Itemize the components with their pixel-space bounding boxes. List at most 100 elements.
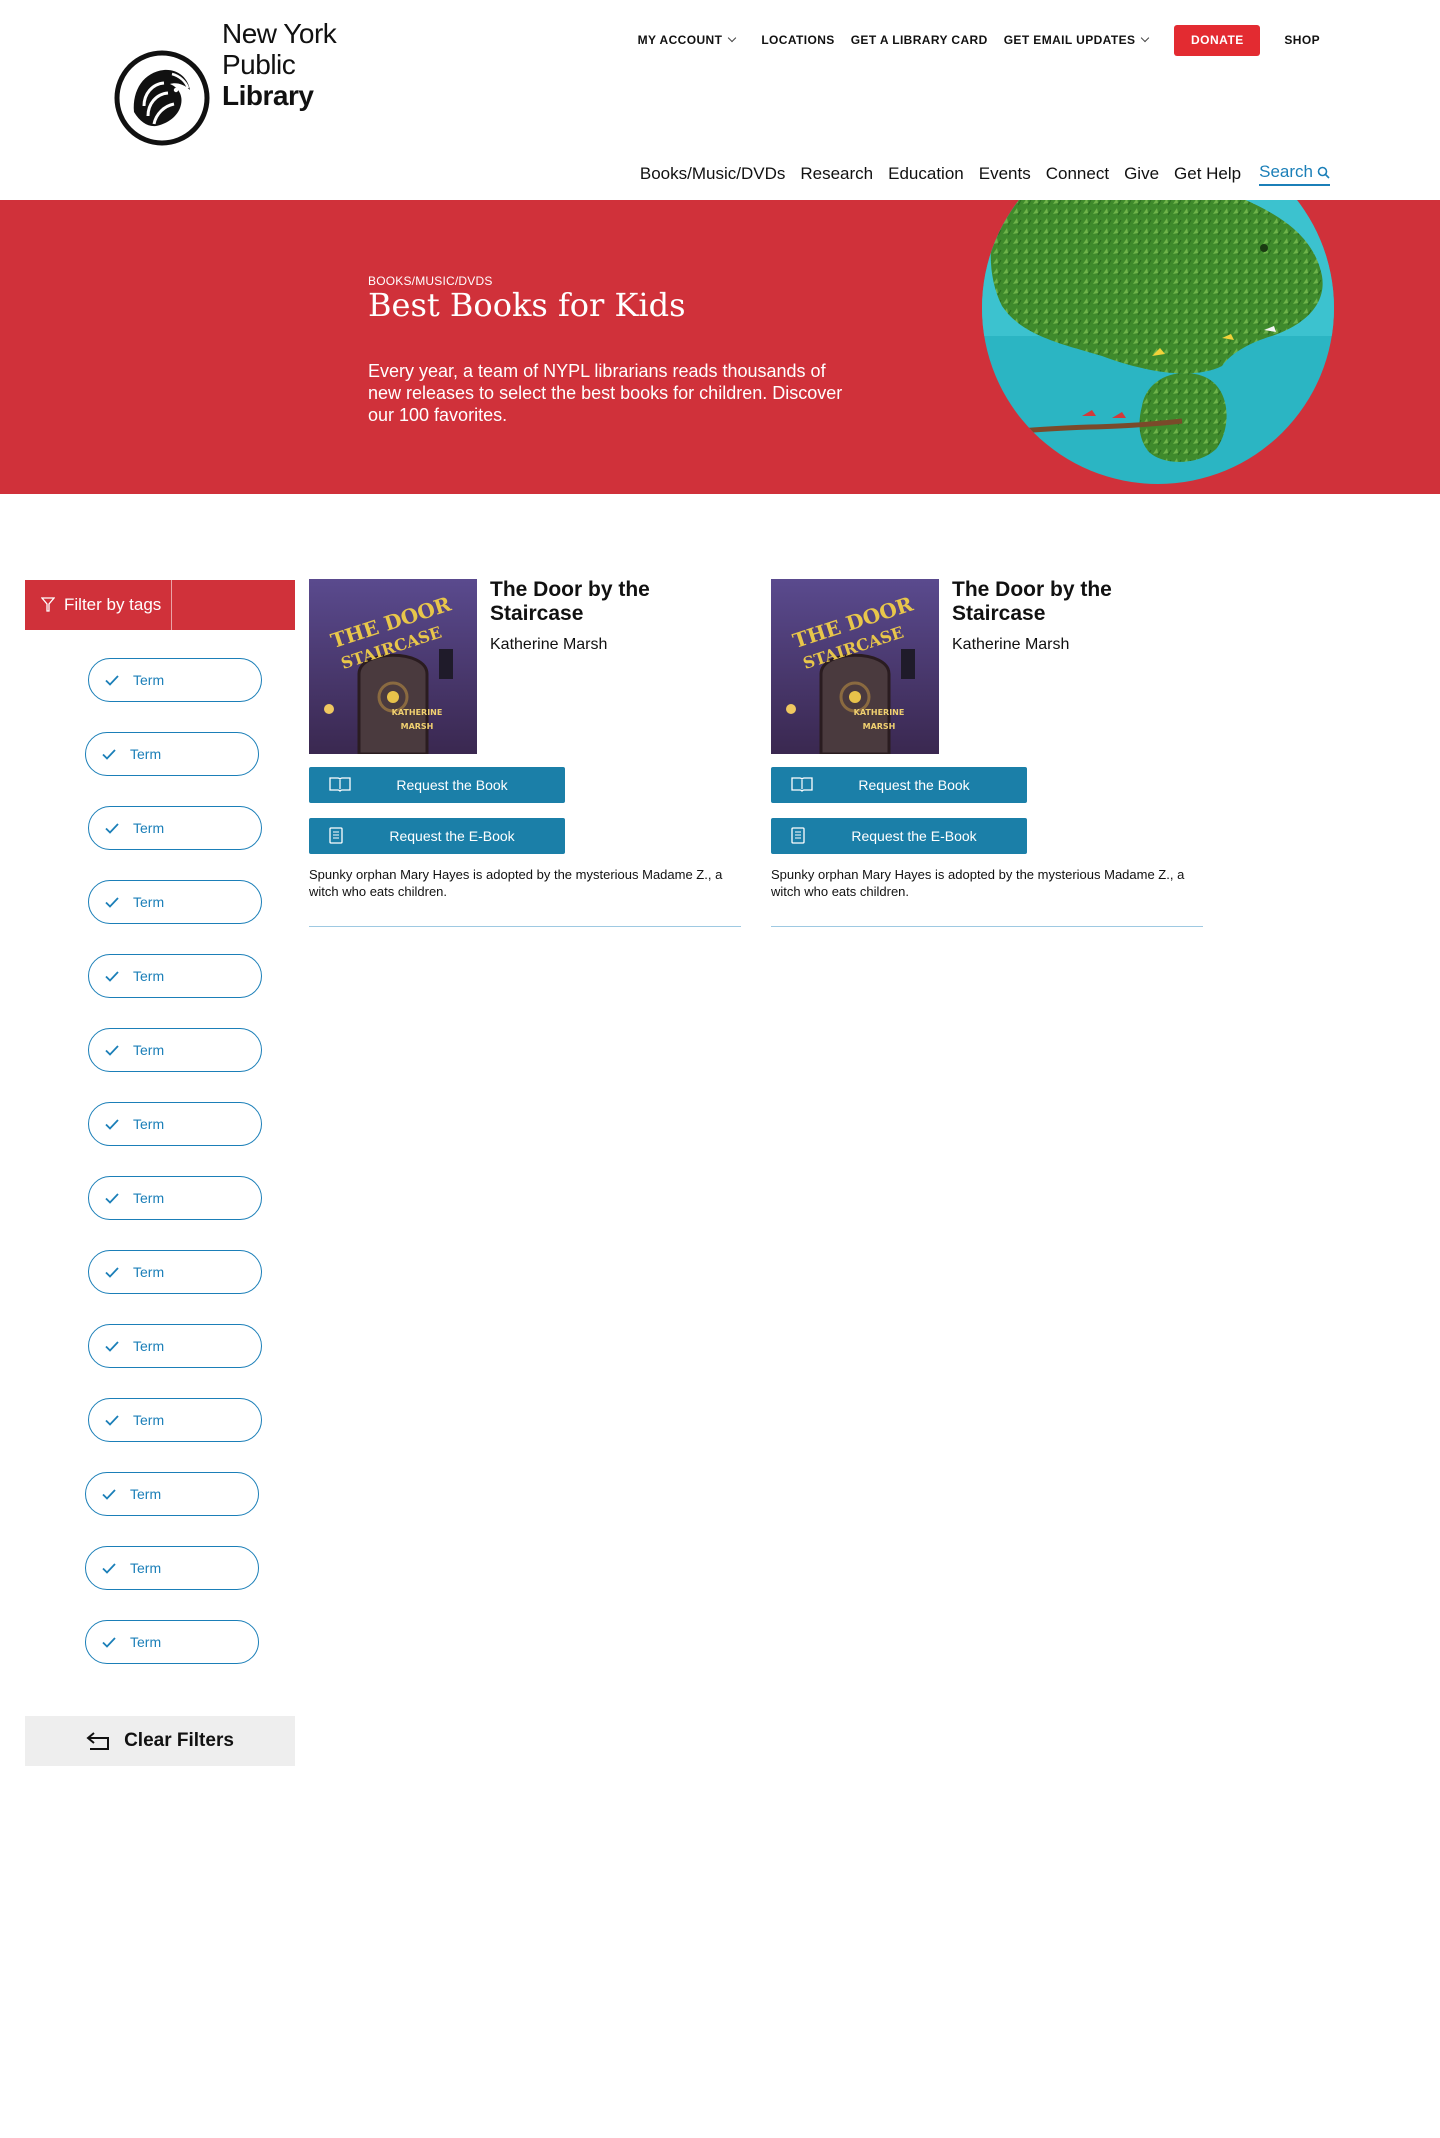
term-label: Term <box>133 672 165 688</box>
term-label: Term <box>133 1190 165 1206</box>
term-filter[interactable]: Term <box>85 1546 259 1590</box>
cover-author-text-2: MARSH <box>401 722 434 731</box>
checkmark-icon <box>105 674 119 686</box>
request-ebook-button[interactable]: Request the E-Book <box>771 818 1027 854</box>
book-author: Katherine Marsh <box>490 636 608 653</box>
filter-by-tags-label: Filter by tags <box>64 595 162 614</box>
term-filter[interactable]: Term <box>88 1176 262 1220</box>
term-filter[interactable]: Term <box>88 658 262 702</box>
cover-author-text-2: MARSH <box>863 722 896 731</box>
lion-logo-icon <box>114 50 210 146</box>
checkmark-icon <box>102 1636 116 1648</box>
term-label: Term <box>133 968 165 984</box>
logo-line-3: Library <box>222 80 314 111</box>
utility-nav: MY ACCOUNT LOCATIONS GET A LIBRARY CARD … <box>638 24 1320 56</box>
book-cover[interactable]: THE DOOR STAIRCASE KATHERINE MARSH <box>309 579 477 754</box>
clear-filters-button[interactable]: Clear Filters <box>25 1716 295 1766</box>
book-cover[interactable]: THE DOOR STAIRCASE KATHERINE MARSH <box>771 579 939 754</box>
book-title[interactable]: The Door by the Staircase <box>952 578 1205 626</box>
locations-link[interactable]: LOCATIONS <box>761 33 834 47</box>
checkmark-icon <box>105 1266 119 1278</box>
term-label: Term <box>130 746 162 762</box>
donate-button[interactable]: DONATE <box>1174 24 1261 56</box>
checkmark-icon <box>105 896 119 908</box>
term-filter[interactable]: Term <box>85 1472 259 1516</box>
cover-author-text: KATHERINE <box>392 708 443 717</box>
hero-description: Every year, a team of NYPL librarians re… <box>368 361 843 425</box>
checkmark-icon <box>105 1118 119 1130</box>
term-label: Term <box>133 1116 165 1132</box>
logo-wordmark: New York Public Library <box>222 18 337 111</box>
request-ebook-label: Request the E-Book <box>851 828 977 844</box>
term-filter[interactable]: Term <box>88 1324 262 1368</box>
nypl-logo[interactable]: New York Public Library <box>114 16 354 146</box>
term-filter[interactable]: Term <box>88 1102 262 1146</box>
term-filter[interactable]: Term <box>88 1250 262 1294</box>
search-link[interactable]: Search <box>1259 162 1330 186</box>
request-ebook-label: Request the E-Book <box>389 828 515 844</box>
hero-illustration <box>982 200 1334 484</box>
filter-by-tags-toggle[interactable]: Filter by tags <box>25 580 295 630</box>
main-nav: Books/Music/DVDs Research Education Even… <box>625 162 1330 186</box>
term-label: Term <box>130 1486 162 1502</box>
book-description: Spunky orphan Mary Hayes is adopted by t… <box>771 867 1185 899</box>
checkmark-icon <box>105 1340 119 1352</box>
search-icon <box>1317 166 1330 179</box>
term-filter[interactable]: Term <box>88 880 262 924</box>
book-card: THE DOOR STAIRCASE KATHERINE MARSH The D… <box>771 578 1205 928</box>
checkmark-icon <box>102 748 116 760</box>
filter-icon <box>41 597 55 612</box>
nav-events[interactable]: Events <box>979 164 1031 184</box>
undo-arrow-icon <box>86 1732 110 1750</box>
logo-line-2: Public <box>222 49 296 80</box>
logo-line-1: New York <box>222 18 337 49</box>
nav-research[interactable]: Research <box>800 164 873 184</box>
term-label: Term <box>133 1412 165 1428</box>
chevron-down-icon <box>1141 33 1150 43</box>
open-book-icon <box>791 777 813 792</box>
request-book-button[interactable]: Request the Book <box>309 767 565 803</box>
search-label: Search <box>1259 162 1313 181</box>
book-description: Spunky orphan Mary Hayes is adopted by t… <box>309 867 723 899</box>
ereader-icon <box>329 827 343 844</box>
term-filter[interactable]: Term <box>85 1620 259 1664</box>
checkmark-icon <box>105 970 119 982</box>
nav-give[interactable]: Give <box>1124 164 1159 184</box>
term-label: Term <box>133 820 165 836</box>
site-header: New York Public Library MY ACCOUNT LOCAT… <box>0 0 1440 200</box>
nav-connect[interactable]: Connect <box>1046 164 1109 184</box>
term-label: Term <box>130 1634 162 1650</box>
chevron-down-icon <box>728 33 737 43</box>
checkmark-icon <box>102 1488 116 1500</box>
request-book-button[interactable]: Request the Book <box>771 767 1027 803</box>
cover-author-text: KATHERINE <box>854 708 905 717</box>
page-title: Best Books for Kids <box>368 286 686 324</box>
checkmark-icon <box>102 1562 116 1574</box>
book-card: THE DOOR STAIRCASE KATHERINE MARSH The D… <box>309 578 743 928</box>
checkmark-icon <box>105 822 119 834</box>
term-label: Term <box>133 1338 165 1354</box>
term-filter[interactable]: Term <box>88 1398 262 1442</box>
shop-link[interactable]: SHOP <box>1284 33 1320 47</box>
nav-get-help[interactable]: Get Help <box>1174 164 1241 184</box>
my-account-label: MY ACCOUNT <box>637 33 723 47</box>
term-label: Term <box>133 894 165 910</box>
book-author: Katherine Marsh <box>952 636 1070 653</box>
term-filter[interactable]: Term <box>88 1028 262 1072</box>
term-filter[interactable]: Term <box>88 954 262 998</box>
checkmark-icon <box>105 1044 119 1056</box>
term-filter[interactable]: Term <box>85 732 259 776</box>
library-card-link[interactable]: GET A LIBRARY CARD <box>851 33 988 47</box>
nav-education[interactable]: Education <box>888 164 964 184</box>
term-label: Term <box>130 1560 162 1576</box>
nav-books-music-dvds[interactable]: Books/Music/DVDs <box>640 164 785 184</box>
hero-banner: BOOKS/MUSIC/DVDS Best Books for Kids Eve… <box>0 200 1440 494</box>
request-ebook-button[interactable]: Request the E-Book <box>309 818 565 854</box>
ereader-icon <box>791 827 805 844</box>
term-filter[interactable]: Term <box>88 806 262 850</box>
book-title[interactable]: The Door by the Staircase <box>490 578 743 626</box>
my-account-menu[interactable]: MY ACCOUNT <box>637 33 737 47</box>
email-updates-menu[interactable]: GET EMAIL UPDATES <box>1004 33 1150 47</box>
term-label: Term <box>133 1264 165 1280</box>
card-divider <box>771 926 1203 927</box>
